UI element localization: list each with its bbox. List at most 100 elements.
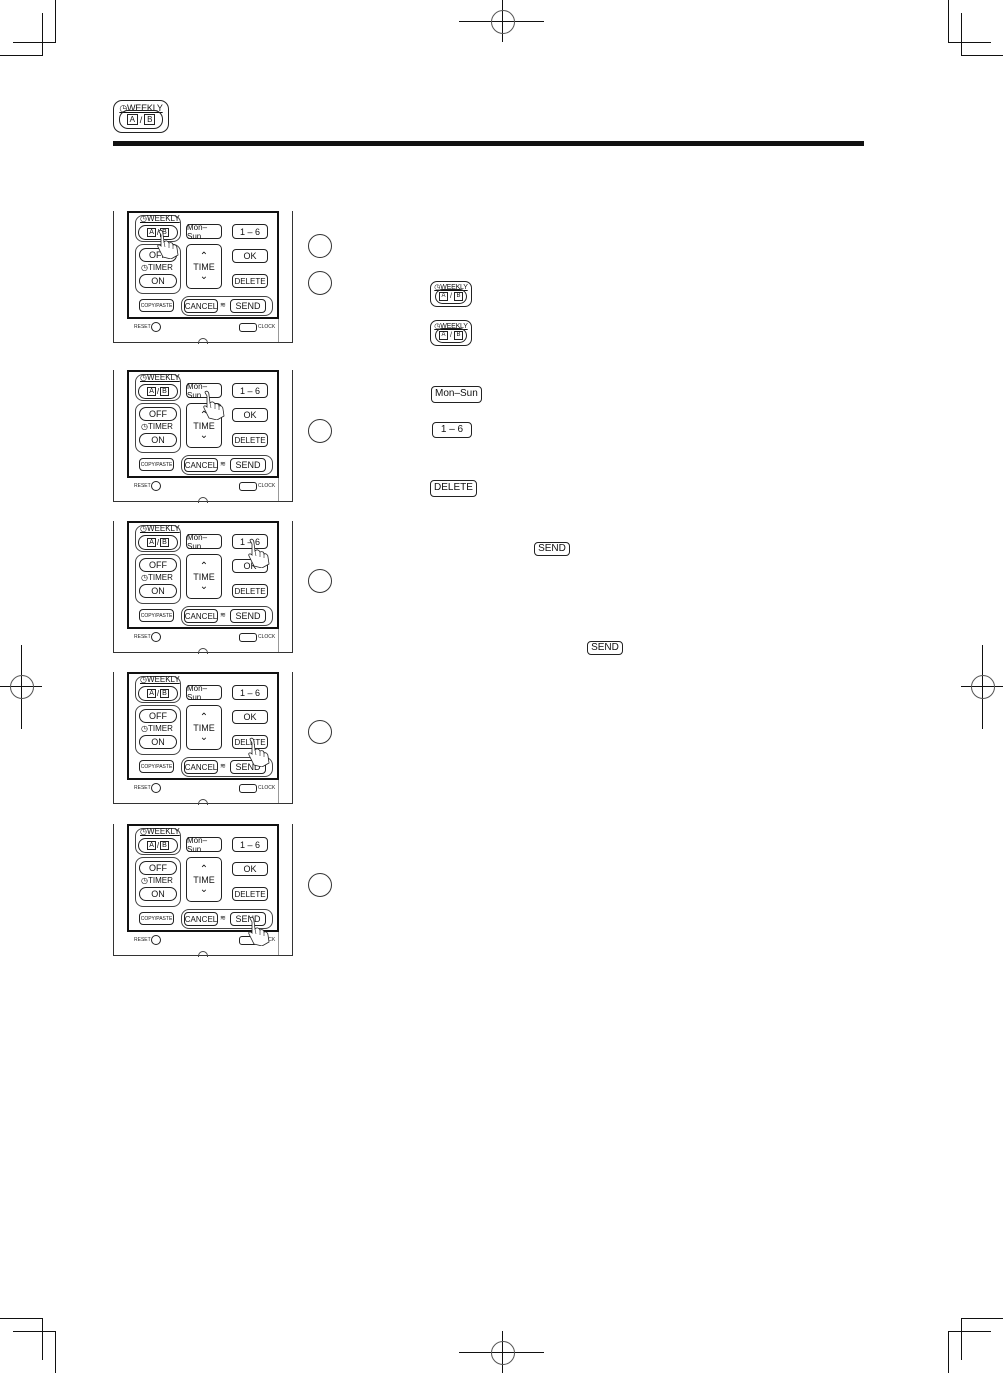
clock-icon: ◷ bbox=[141, 263, 148, 272]
reset-button[interactable] bbox=[151, 632, 161, 642]
reset-label: RESET bbox=[134, 634, 151, 640]
time-button[interactable]: ⌃ TIME ⌄ bbox=[186, 554, 222, 599]
clock-label: CLOCK bbox=[258, 483, 276, 489]
ok-button[interactable]: OK bbox=[232, 408, 268, 422]
clock-icon: ◷ bbox=[141, 876, 148, 885]
time-label: TIME bbox=[193, 874, 215, 885]
ok-button[interactable]: OK bbox=[232, 710, 268, 724]
notch bbox=[198, 799, 208, 805]
delete-button[interactable]: DELETE bbox=[232, 887, 268, 901]
notch bbox=[198, 648, 208, 654]
remote-panel: ◷WEEKLY A / B Mon–Sun 1 – 6 OFF ◷TIMER O… bbox=[127, 211, 279, 319]
weekly-ab-button[interactable]: A / B bbox=[138, 686, 178, 701]
on-button[interactable]: ON bbox=[139, 735, 177, 749]
cancel-button[interactable]: CANCEL bbox=[184, 912, 218, 926]
delete-button[interactable]: DELETE bbox=[232, 433, 268, 447]
reset-label: RESET bbox=[134, 483, 151, 489]
one-six-button[interactable]: 1 – 6 bbox=[232, 685, 268, 700]
copy-paste-button[interactable]: COPY/PASTE bbox=[139, 299, 174, 312]
clock-icon: ◷ bbox=[141, 724, 148, 733]
clock-icon: ◷ bbox=[141, 573, 148, 582]
weekly-label: ◷WEEKLY bbox=[140, 827, 180, 836]
reset-button[interactable] bbox=[151, 783, 161, 793]
cancel-button[interactable]: CANCEL bbox=[184, 458, 218, 472]
clock-button[interactable] bbox=[239, 482, 257, 491]
weekly-label: ◷WEEKLY bbox=[140, 214, 180, 223]
reset-button[interactable] bbox=[151, 935, 161, 945]
weekly-ab-button[interactable]: A / B bbox=[138, 838, 178, 853]
clock-label: CLOCK bbox=[258, 634, 276, 640]
remote-panel: ◷WEEKLY A / B Mon–Sun 1 – 6 OFF ◷TIMER O… bbox=[127, 370, 279, 478]
inline-one-six-key: 1 – 6 bbox=[432, 419, 472, 438]
copy-paste-button[interactable]: COPY/PASTE bbox=[139, 609, 174, 622]
time-button[interactable]: ⌃ TIME ⌄ bbox=[186, 857, 222, 902]
copy-paste-button[interactable]: COPY/PASTE bbox=[139, 912, 174, 925]
on-button[interactable]: ON bbox=[139, 887, 177, 901]
clock-icon: ◷ bbox=[141, 422, 148, 431]
chevron-up-icon: ⌃ bbox=[199, 863, 209, 875]
reset-label: RESET bbox=[134, 785, 151, 791]
cancel-button[interactable]: CANCEL bbox=[184, 609, 218, 623]
separator: / bbox=[139, 114, 143, 125]
clock-icon: ◷ bbox=[140, 373, 147, 382]
copy-paste-button[interactable]: COPY/PASTE bbox=[139, 458, 174, 471]
clock-button[interactable] bbox=[239, 633, 257, 642]
off-button[interactable]: OFF bbox=[139, 407, 177, 421]
delete-button[interactable]: DELETE bbox=[232, 584, 268, 598]
clock-icon: ◷ bbox=[140, 524, 147, 533]
cancel-button[interactable]: CANCEL bbox=[184, 760, 218, 774]
step-circle bbox=[308, 234, 332, 258]
chevron-up-icon: ⌃ bbox=[199, 560, 209, 572]
time-label: TIME bbox=[193, 571, 215, 582]
weekly-label: ◷WEEKLY bbox=[140, 524, 180, 533]
chevron-down-icon: ⌄ bbox=[199, 429, 209, 441]
weekly-ab-button[interactable]: A / B bbox=[138, 535, 178, 550]
clock-button[interactable] bbox=[239, 323, 257, 332]
pointing-hand-icon bbox=[248, 916, 270, 946]
time-button[interactable]: ⌃ TIME ⌄ bbox=[186, 705, 222, 750]
inline-mon-sun-key: Mon–Sun bbox=[431, 383, 482, 403]
on-button[interactable]: ON bbox=[139, 274, 177, 288]
one-six-button[interactable]: 1 – 6 bbox=[232, 383, 268, 398]
signal-icon: ≋ bbox=[220, 302, 226, 309]
reset-button[interactable] bbox=[151, 322, 161, 332]
remote-illustration: ◷WEEKLY A / B Mon–Sun 1 – 6 OFF ◷TIMER O… bbox=[113, 521, 293, 654]
off-button[interactable]: OFF bbox=[139, 861, 177, 875]
mon-sun-button[interactable]: Mon–Sun bbox=[186, 684, 222, 702]
notch bbox=[198, 497, 208, 503]
ok-button[interactable]: OK bbox=[232, 862, 268, 876]
chevron-down-icon: ⌄ bbox=[199, 731, 209, 743]
on-button[interactable]: ON bbox=[139, 433, 177, 447]
notch bbox=[198, 951, 208, 957]
remote-illustration: ◷WEEKLY A / B Mon–Sun 1 – 6 OFF ◷TIMER O… bbox=[113, 211, 293, 344]
notch bbox=[198, 338, 208, 344]
off-button[interactable]: OFF bbox=[139, 709, 177, 723]
on-button[interactable]: ON bbox=[139, 584, 177, 598]
send-button[interactable]: SEND bbox=[230, 458, 266, 472]
ok-button[interactable]: OK bbox=[232, 249, 268, 263]
mon-sun-button[interactable]: Mon–Sun bbox=[186, 836, 222, 854]
off-button[interactable]: OFF bbox=[139, 558, 177, 572]
send-button[interactable]: SEND bbox=[230, 299, 266, 313]
weekly-ab-button[interactable]: A / B bbox=[138, 384, 178, 399]
one-six-button[interactable]: 1 – 6 bbox=[232, 837, 268, 852]
chevron-down-icon: ⌄ bbox=[199, 580, 209, 592]
clock-button[interactable] bbox=[239, 784, 257, 793]
time-button[interactable]: ⌃ TIME ⌄ bbox=[186, 244, 222, 289]
step-circle bbox=[308, 271, 332, 295]
timer-label: ◷TIMER bbox=[141, 422, 173, 431]
one-six-button[interactable]: 1 – 6 bbox=[232, 224, 268, 239]
inline-send-key: SEND bbox=[587, 637, 623, 655]
chevron-down-icon: ⌄ bbox=[199, 883, 209, 895]
mon-sun-button[interactable]: Mon–Sun bbox=[186, 223, 222, 241]
send-button[interactable]: SEND bbox=[230, 609, 266, 623]
time-label: TIME bbox=[193, 722, 215, 733]
pointing-hand-icon bbox=[203, 390, 225, 420]
signal-icon: ≋ bbox=[220, 612, 226, 619]
copy-paste-button[interactable]: COPY/PASTE bbox=[139, 760, 174, 773]
cancel-button[interactable]: CANCEL bbox=[184, 299, 218, 313]
delete-button[interactable]: DELETE bbox=[232, 274, 268, 288]
clock-icon: ◷ bbox=[140, 675, 147, 684]
reset-button[interactable] bbox=[151, 481, 161, 491]
mon-sun-button[interactable]: Mon–Sun bbox=[186, 533, 222, 551]
